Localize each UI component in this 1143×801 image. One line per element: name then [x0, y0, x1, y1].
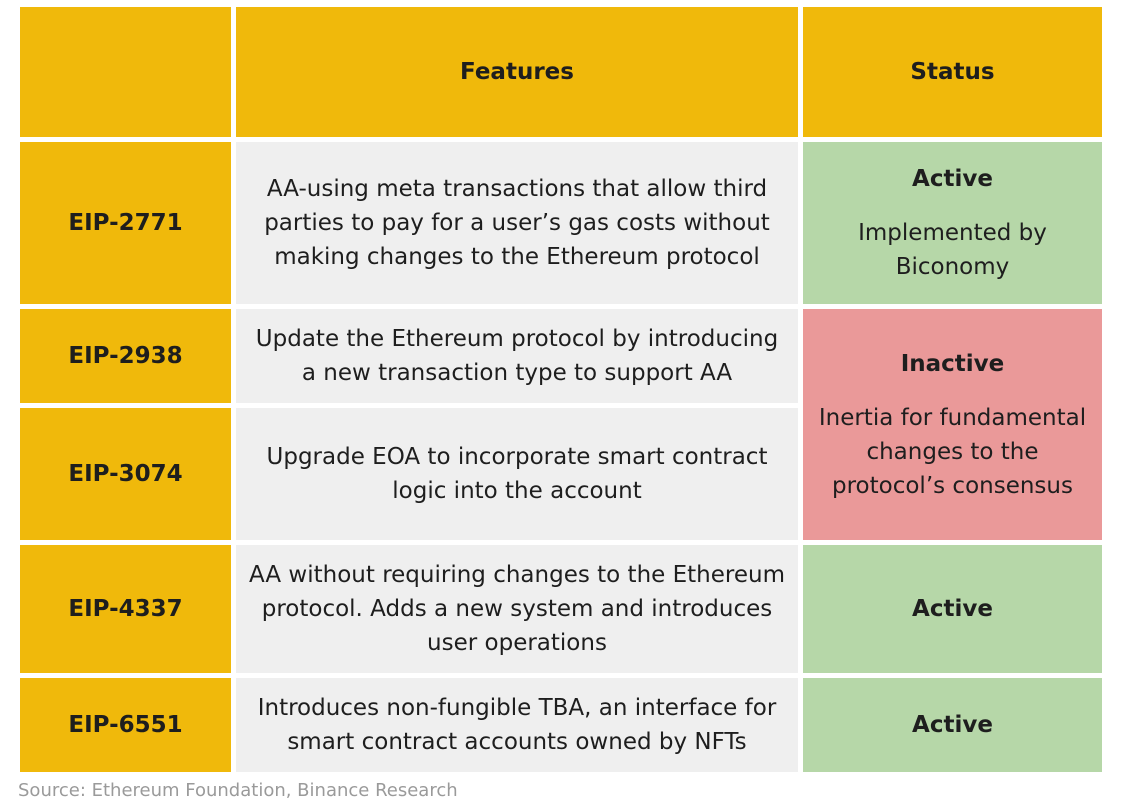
source-caption: Source: Ethereum Foundation, Binance Res… [18, 780, 458, 801]
status-cell-active: Active [803, 545, 1102, 673]
feature-text: Introduces non-fungible TBA, an interfac… [236, 678, 798, 772]
status-note: Implemented by Biconomy [858, 220, 1047, 280]
eip-label: EIP-3074 [20, 408, 231, 540]
status-label: Active [912, 166, 993, 192]
header-status: Status [803, 7, 1102, 137]
eip-label: EIP-2771 [20, 142, 231, 304]
eip-label: EIP-4337 [20, 545, 231, 673]
status-label: Active [912, 712, 993, 738]
header-empty [20, 7, 231, 137]
feature-text: AA without requiring changes to the Ethe… [236, 545, 798, 673]
feature-text: Upgrade EOA to incorporate smart contrac… [236, 408, 798, 540]
eip-label: EIP-6551 [20, 678, 231, 772]
status-cell-active: Active [803, 678, 1102, 772]
feature-text: Update the Ethereum protocol by introduc… [236, 309, 798, 403]
status-label: Active [912, 596, 993, 622]
status-cell-inactive: Inactive Inertia for fundamental changes… [803, 309, 1102, 540]
status-note: Inertia for fundamental changes to the p… [818, 404, 1087, 499]
feature-text: AA-using meta transactions that allow th… [236, 142, 798, 304]
header-features: Features [236, 7, 798, 137]
eip-comparison-table: Features Status EIP-2771 AA-using meta t… [20, 7, 1102, 772]
status-label: Inactive [900, 350, 1005, 377]
status-cell-active: Active Implemented by Biconomy [803, 142, 1102, 304]
eip-label: EIP-2938 [20, 309, 231, 403]
